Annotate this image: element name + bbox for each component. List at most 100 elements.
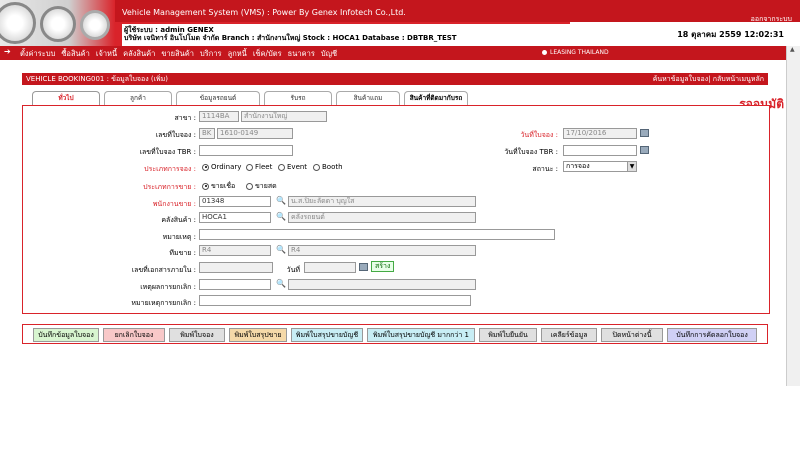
app-header: Vehicle Management System (VMS) : Power … bbox=[0, 0, 800, 46]
tbr-date-label: วันที่ใบจอง TBR : bbox=[504, 148, 558, 156]
salesperson-code-field[interactable]: 01348 bbox=[199, 196, 271, 207]
cancel-remark-field[interactable] bbox=[199, 295, 471, 306]
radio-cash-sale-label: ขายสด bbox=[255, 182, 277, 190]
booking-no-label: เลขที่ใบจอง : bbox=[155, 131, 196, 139]
branch-label: สาขา : bbox=[174, 114, 196, 122]
menu-item-cheque[interactable]: เช็ค/บัตร bbox=[253, 48, 282, 60]
print-accounting-summary-button[interactable]: พิมพ์ใบสรุปขายบัญชี bbox=[291, 328, 363, 342]
radio-booth[interactable]: Booth bbox=[313, 163, 343, 171]
leasing-badge: LEASING THAILAND bbox=[542, 49, 609, 56]
radio-ordinary-label: Ordinary bbox=[211, 163, 242, 171]
print-confirmation-button[interactable]: พิมพ์ใบยืนยัน bbox=[479, 328, 537, 342]
booking-date-field: 17/10/2016 bbox=[563, 128, 637, 139]
cancel-booking-button[interactable]: ยกเลิกใบจอง bbox=[103, 328, 165, 342]
menu-item-payables[interactable]: เจ้าหนี้ bbox=[96, 48, 117, 60]
sales-team-name-field: R4 bbox=[288, 245, 476, 256]
booking-no-field: 1610-0149 bbox=[217, 128, 293, 139]
warehouse-label: คลังสินค้า : bbox=[161, 216, 196, 224]
sales-team-code-field: R4 bbox=[199, 245, 271, 256]
tab-free-items[interactable]: สินค้าแถม bbox=[336, 91, 400, 105]
doc-date-label: วันที่ bbox=[286, 266, 300, 274]
tab-bar: ทั่วไป ลูกค้า ข้อมูลรถยนต์ รับรถ สินค้าแ… bbox=[30, 91, 770, 105]
status-select-value: การจอง bbox=[566, 162, 590, 170]
app-title: Vehicle Management System (VMS) : Power … bbox=[122, 8, 406, 17]
page-titlebar: VEHICLE BOOKING001 : ข้อมูลใบจอง (เพิ่ม)… bbox=[22, 73, 768, 85]
status-label: สถานะ : bbox=[532, 165, 558, 173]
save-booking-button[interactable]: บันทึกข้อมูลใบจอง bbox=[33, 328, 99, 342]
menu-item-inventory[interactable]: คลังสินค้า bbox=[123, 48, 155, 60]
cancel-reason-code-field[interactable] bbox=[199, 279, 271, 290]
calendar-icon[interactable] bbox=[640, 129, 649, 137]
cancel-remark-label: หมายเหตุการยกเลิก : bbox=[131, 299, 196, 307]
radio-event-label: Event bbox=[287, 163, 308, 171]
remark-label: หมายเหตุ : bbox=[162, 233, 196, 241]
search-icon[interactable]: 🔍 bbox=[276, 212, 286, 222]
print-accounting-summary-multi-button[interactable]: พิมพ์ใบสรุปขายบัญชี มากกว่า 1 bbox=[367, 328, 475, 342]
print-booking-button[interactable]: พิมพ์ใบจอง bbox=[169, 328, 225, 342]
warehouse-name-field: คลังรถยนต์ bbox=[288, 212, 476, 223]
create-button[interactable]: สร้าง bbox=[371, 261, 395, 272]
doc-no-label: เลขที่เอกสารภายใน : bbox=[131, 266, 196, 274]
salesperson-name-field: น.ส.ปิยะลัดดา บุญใส bbox=[288, 196, 476, 207]
menu-item-sales[interactable]: ขายสินค้า bbox=[161, 48, 194, 60]
search-icon[interactable]: 🔍 bbox=[276, 196, 286, 206]
chevron-down-icon: ▼ bbox=[627, 162, 636, 171]
doc-no-field bbox=[199, 262, 273, 273]
save-copy-booking-button[interactable]: บันทึกการคัดลอกใบจอง bbox=[667, 328, 757, 342]
branch-name-field: สำนักงานใหญ่ bbox=[241, 111, 327, 122]
close-window-button[interactable]: ปิดหน้าต่างนี้ bbox=[601, 328, 663, 342]
status-select[interactable]: การจอง ▼ bbox=[563, 161, 637, 172]
menu-item-bank[interactable]: ธนาคาร bbox=[288, 48, 315, 60]
vertical-scrollbar[interactable] bbox=[786, 46, 800, 386]
search-icon[interactable]: 🔍 bbox=[276, 279, 286, 289]
menu-item-receivables[interactable]: ลูกหนี้ bbox=[228, 48, 247, 60]
dot-icon bbox=[542, 50, 547, 55]
gauge-logo bbox=[0, 0, 115, 46]
radio-credit-sale[interactable]: ขายเชื่อ bbox=[202, 181, 235, 192]
leasing-label: LEASING THAILAND bbox=[550, 49, 609, 56]
clear-data-button[interactable]: เคลียร์ข้อมูล bbox=[541, 328, 597, 342]
session-info: ผู้ใช้ระบบ : admin GENEX บริษัท เจนิทาร์… bbox=[122, 24, 572, 46]
calendar-icon[interactable] bbox=[640, 146, 649, 154]
booking-date-label: วันที่ใบจอง : bbox=[520, 131, 559, 139]
search-booking-link[interactable]: ค้นหาข้อมูลใบจอง| กลับหน้าเมนูหลัก bbox=[653, 73, 764, 85]
menu-item-purchase[interactable]: ซื้อสินค้า bbox=[61, 48, 90, 60]
print-sales-summary-button[interactable]: พิมพ์ใบสรุปขาย bbox=[229, 328, 287, 342]
user-line: ผู้ใช้ระบบ : admin GENEX bbox=[124, 26, 214, 34]
radio-fleet-label: Fleet bbox=[255, 163, 273, 171]
tab-car-info[interactable]: ข้อมูลรถยนต์ bbox=[176, 91, 260, 105]
radio-booth-label: Booth bbox=[322, 163, 343, 171]
doc-date-field bbox=[304, 262, 356, 273]
warehouse-code-field[interactable]: HOCA1 bbox=[199, 212, 271, 223]
tbr-no-label: เลขที่ใบจอง TBR : bbox=[139, 148, 196, 156]
action-button-bar: บันทึกข้อมูลใบจอง ยกเลิกใบจอง พิมพ์ใบจอง… bbox=[22, 324, 768, 344]
branch-code-field: 1114BA bbox=[199, 111, 239, 122]
radio-cash-sale[interactable]: ขายสด bbox=[246, 181, 277, 192]
tab-customer[interactable]: ลูกค้า bbox=[104, 91, 172, 105]
radio-fleet[interactable]: Fleet bbox=[246, 163, 272, 171]
booking-prefix-field: BK bbox=[199, 128, 215, 139]
vms-page: Vehicle Management System (VMS) : Power … bbox=[0, 0, 800, 450]
search-icon[interactable]: 🔍 bbox=[276, 245, 286, 255]
sale-type-label: ประเภทการขาย : bbox=[143, 183, 196, 191]
company-line: บริษัท เจนิทาร์ อินโปโมด จำกัด Branch : … bbox=[124, 34, 457, 42]
salesperson-label: พนักงานขาย : bbox=[152, 200, 196, 208]
tbr-date-field[interactable] bbox=[563, 145, 637, 156]
menu-item-accounting[interactable]: บัญชี bbox=[321, 48, 337, 60]
sales-team-label: ทีมขาย : bbox=[169, 249, 196, 257]
menu-item-settings[interactable]: ตั้งค่าระบบ bbox=[20, 48, 55, 60]
menu-item-service[interactable]: บริการ bbox=[200, 48, 222, 60]
cancel-reason-name-field bbox=[288, 279, 476, 290]
booking-type-label: ประเภทการจอง : bbox=[144, 165, 196, 173]
tab-general[interactable]: ทั่วไป bbox=[32, 91, 100, 105]
tab-receive-car[interactable]: รับรถ bbox=[264, 91, 332, 105]
radio-event[interactable]: Event bbox=[278, 163, 307, 171]
radio-ordinary[interactable]: Ordinary bbox=[202, 163, 241, 171]
tab-included-items[interactable]: สินค้าที่ติดมากับรถ bbox=[404, 91, 468, 105]
page-title: VEHICLE BOOKING001 : ข้อมูลใบจอง (เพิ่ม) bbox=[26, 75, 168, 83]
calendar-icon[interactable] bbox=[359, 263, 368, 271]
main-menu: ➔ ตั้งค่าระบบ ซื้อสินค้า เจ้าหนี้ คลังสิ… bbox=[0, 46, 800, 60]
datetime: 18 ตุลาคม 2559 12:02:31 bbox=[675, 28, 786, 41]
tbr-no-field[interactable] bbox=[199, 145, 293, 156]
remark-field[interactable] bbox=[199, 229, 555, 240]
